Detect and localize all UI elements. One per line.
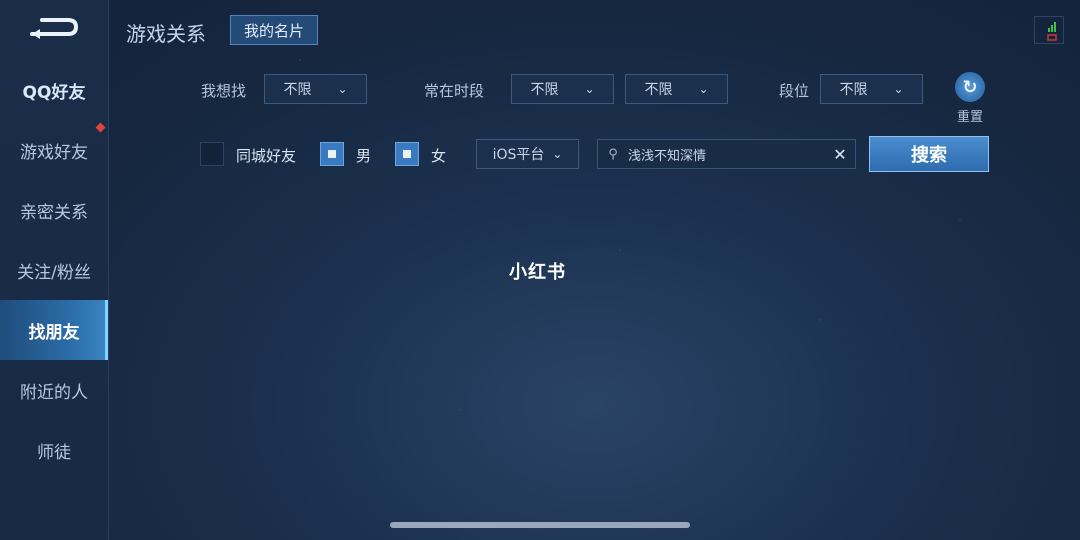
sidebar-item-qq-friends[interactable]: QQ好友 [0, 60, 108, 120]
active-time-from-value: 不限 [530, 82, 559, 98]
back-arrow-icon [30, 18, 79, 39]
male-checkbox[interactable] [320, 142, 344, 166]
sidebar-item-find-friends[interactable]: 找朋友 [0, 300, 108, 360]
active-time-from-dropdown[interactable]: 不限 ⌄ [511, 74, 614, 104]
back-button[interactable] [28, 14, 80, 44]
sidebar-item-nearby[interactable]: 附近的人 [0, 360, 108, 420]
signal-icon [1034, 16, 1064, 44]
chevron-down-icon: ⌄ [893, 82, 904, 96]
seeking-label: 我想找 [201, 82, 247, 100]
page-title: 游戏关系 [126, 22, 206, 46]
seeking-dropdown[interactable]: 不限 ⌄ [264, 74, 367, 104]
platform-dropdown[interactable]: iOS平台 ⌄ [476, 139, 579, 169]
same-city-checkbox[interactable] [200, 142, 224, 166]
rank-value: 不限 [839, 82, 868, 98]
my-card-button[interactable]: 我的名片 [230, 15, 318, 45]
rank-label: 段位 [779, 82, 810, 100]
chevron-down-icon: ⌄ [584, 82, 595, 96]
reset-label: 重置 [956, 110, 983, 125]
watermark: 小红书 [509, 262, 566, 283]
home-indicator[interactable] [390, 522, 690, 528]
active-time-to-value: 不限 [644, 82, 673, 98]
search-button[interactable]: 搜索 [869, 136, 989, 172]
sidebar-item-follow-fans[interactable]: 关注/粉丝 [0, 240, 108, 300]
signal-indicator [1034, 16, 1064, 44]
same-city-label: 同城好友 [236, 147, 297, 165]
chevron-down-icon: ⌄ [698, 82, 709, 96]
chevron-down-icon: ⌄ [337, 82, 348, 96]
refresh-icon: ↻ [955, 72, 985, 102]
search-icon: ⚲ [608, 146, 618, 162]
sidebar-item-game-friends[interactable]: 游戏好友 [0, 120, 108, 180]
chevron-down-icon: ⌄ [552, 147, 563, 161]
active-time-label: 常在时段 [424, 82, 485, 100]
sidebar: QQ好友 游戏好友 亲密关系 关注/粉丝 找朋友 附近的人 师徒 [0, 0, 109, 540]
female-checkbox[interactable] [395, 142, 419, 166]
seeking-value: 不限 [283, 82, 312, 98]
close-icon[interactable]: ✕ [825, 145, 855, 164]
female-label: 女 [431, 147, 447, 165]
search-box: ⚲ ✕ [597, 139, 856, 169]
male-label: 男 [356, 147, 372, 165]
rank-dropdown[interactable]: 不限 ⌄ [820, 74, 923, 104]
reset-button[interactable]: ↻ 重置 [952, 72, 988, 125]
search-input[interactable] [628, 146, 825, 162]
active-time-to-dropdown[interactable]: 不限 ⌄ [625, 74, 728, 104]
sidebar-item-intimate[interactable]: 亲密关系 [0, 180, 108, 240]
sidebar-item-mentorship[interactable]: 师徒 [0, 420, 108, 480]
platform-value: iOS平台 [492, 147, 545, 163]
